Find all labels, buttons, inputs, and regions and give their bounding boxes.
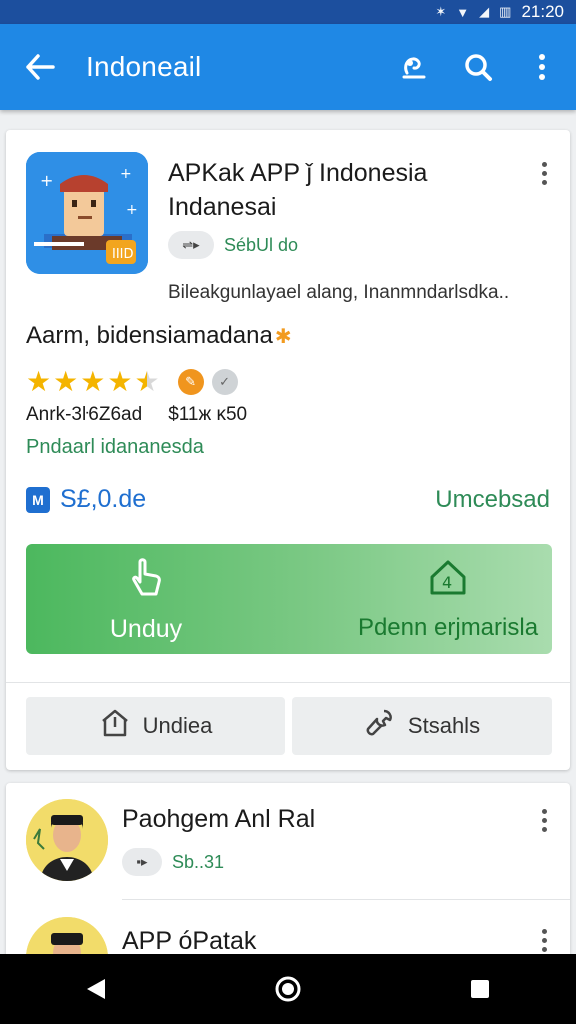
star-icon: ★	[53, 366, 79, 397]
app-name-line1: APKak APP ǰ Indonesia	[168, 159, 428, 187]
app-description: Bileakgunlayael alang, Inanmndarlsdka..	[168, 282, 510, 303]
chip-row: ⇌▸ SébUl do	[168, 231, 298, 259]
battery-icon: ▥	[499, 4, 512, 19]
share-icon: ⇌▸	[182, 237, 200, 252]
award-badge-icon: ✎	[177, 369, 204, 395]
settings-label: Stsahls	[407, 713, 481, 738]
app-detail-card: + + + IIID APKak APP ǰ Indonesia Indanes…	[6, 130, 570, 770]
install-button[interactable]: Unduy 4 Pdenn erjmarisla	[26, 544, 552, 654]
app-bar-title: Indoneail	[86, 51, 202, 82]
app-icon: + + + IIID	[26, 152, 148, 274]
svg-text:+: +	[40, 171, 53, 190]
share-icon: ▪▸	[136, 854, 148, 869]
svg-text:+: +	[120, 166, 132, 182]
status-bar: ✶ ▼ ◢ ▥ 21:20	[0, 0, 576, 24]
rating-stars: ★ ★ ★ ★ ★ ✎ ✓	[26, 368, 238, 396]
list-item-name: APP óPatak	[122, 927, 257, 955]
chip-text: SébUl do	[224, 234, 299, 255]
price-meta: $11ж ĸ50	[168, 404, 248, 425]
system-nav-bar	[0, 954, 576, 1024]
app-bar: Indoneail	[0, 24, 576, 110]
verified-badge-icon: ✓	[211, 369, 238, 395]
app-store-icon[interactable]	[392, 45, 436, 89]
update-label: Undiea	[142, 713, 213, 738]
star-icon: ★	[80, 366, 106, 397]
sparkle-icon: ✱	[274, 325, 292, 348]
star-icon: ★	[26, 366, 52, 397]
half-star-icon: ★	[134, 366, 160, 397]
meta-row: Anrk-3ŀ6Z6ad $11ж ĸ50	[26, 404, 247, 426]
home-app-icon: 4	[428, 557, 468, 604]
search-icon[interactable]	[456, 45, 500, 89]
subtitle-text: Aarm, bidensiamadana	[26, 322, 273, 349]
hand-tap-icon	[126, 554, 166, 605]
price-value: S£,0.de	[60, 485, 147, 513]
install-status: Umcebsad	[435, 485, 550, 513]
svg-text:+: +	[126, 202, 138, 218]
developer-link[interactable]: Pndaarl idananesda	[26, 436, 204, 459]
price: M S£,0.de	[26, 485, 146, 514]
back-arrow-icon[interactable]	[20, 47, 60, 87]
wifi-icon: ▼	[456, 4, 470, 20]
wrench-icon	[364, 707, 396, 745]
status-time: 21:20	[521, 2, 564, 21]
star-icon: ★	[107, 366, 133, 397]
update-button[interactable]: Undiea	[26, 697, 285, 755]
app-subtitle: Aarm, bidensiamadana ✱	[26, 322, 292, 350]
list-item-chip-text: Sb..31	[172, 851, 225, 872]
settings-button[interactable]: Stsahls	[292, 697, 552, 755]
list-item[interactable]: Paohgem Anl Ral ▪▸ Sb..31	[6, 783, 570, 893]
share-chip[interactable]: ⇌▸	[168, 231, 214, 259]
app-list-card: Paohgem Anl Ral ▪▸ Sb..31 APP óPatak	[6, 783, 570, 983]
svg-text:4: 4	[442, 573, 452, 592]
avatar	[26, 799, 108, 881]
open-half[interactable]: 4 Pdenn erjmarisla	[348, 544, 548, 654]
nav-recents-icon[interactable]	[450, 959, 510, 1019]
nfc-icon: ✶	[435, 4, 447, 19]
nav-back-icon[interactable]	[66, 959, 126, 1019]
share-chip[interactable]: ▪▸	[122, 848, 162, 876]
price-tag-icon: M	[26, 486, 50, 513]
list-item-chips: ▪▸ Sb..31	[122, 848, 224, 876]
open-label: Pdenn erjmarisla	[357, 613, 539, 641]
share-icon	[99, 707, 131, 745]
list-item-name: Paohgem Anl Ral	[122, 805, 316, 833]
rating-meta: Anrk-3ŀ6Z6ad	[26, 404, 143, 425]
more-vert-icon[interactable]	[520, 45, 564, 89]
divider	[122, 899, 570, 900]
divider	[6, 682, 570, 683]
nav-home-icon[interactable]	[258, 959, 318, 1019]
list-item-more-icon[interactable]	[534, 925, 554, 955]
svg-text:IIID: IIID	[112, 247, 134, 262]
install-half[interactable]: Unduy	[66, 544, 226, 654]
price-row: M S£,0.de Umcebsad	[26, 485, 550, 514]
install-label: Unduy	[109, 615, 183, 643]
card-more-icon[interactable]	[534, 158, 554, 188]
signal-icon: ◢	[479, 4, 490, 19]
app-name-line2: Indanesai	[168, 193, 277, 221]
list-item-more-icon[interactable]	[534, 805, 554, 835]
